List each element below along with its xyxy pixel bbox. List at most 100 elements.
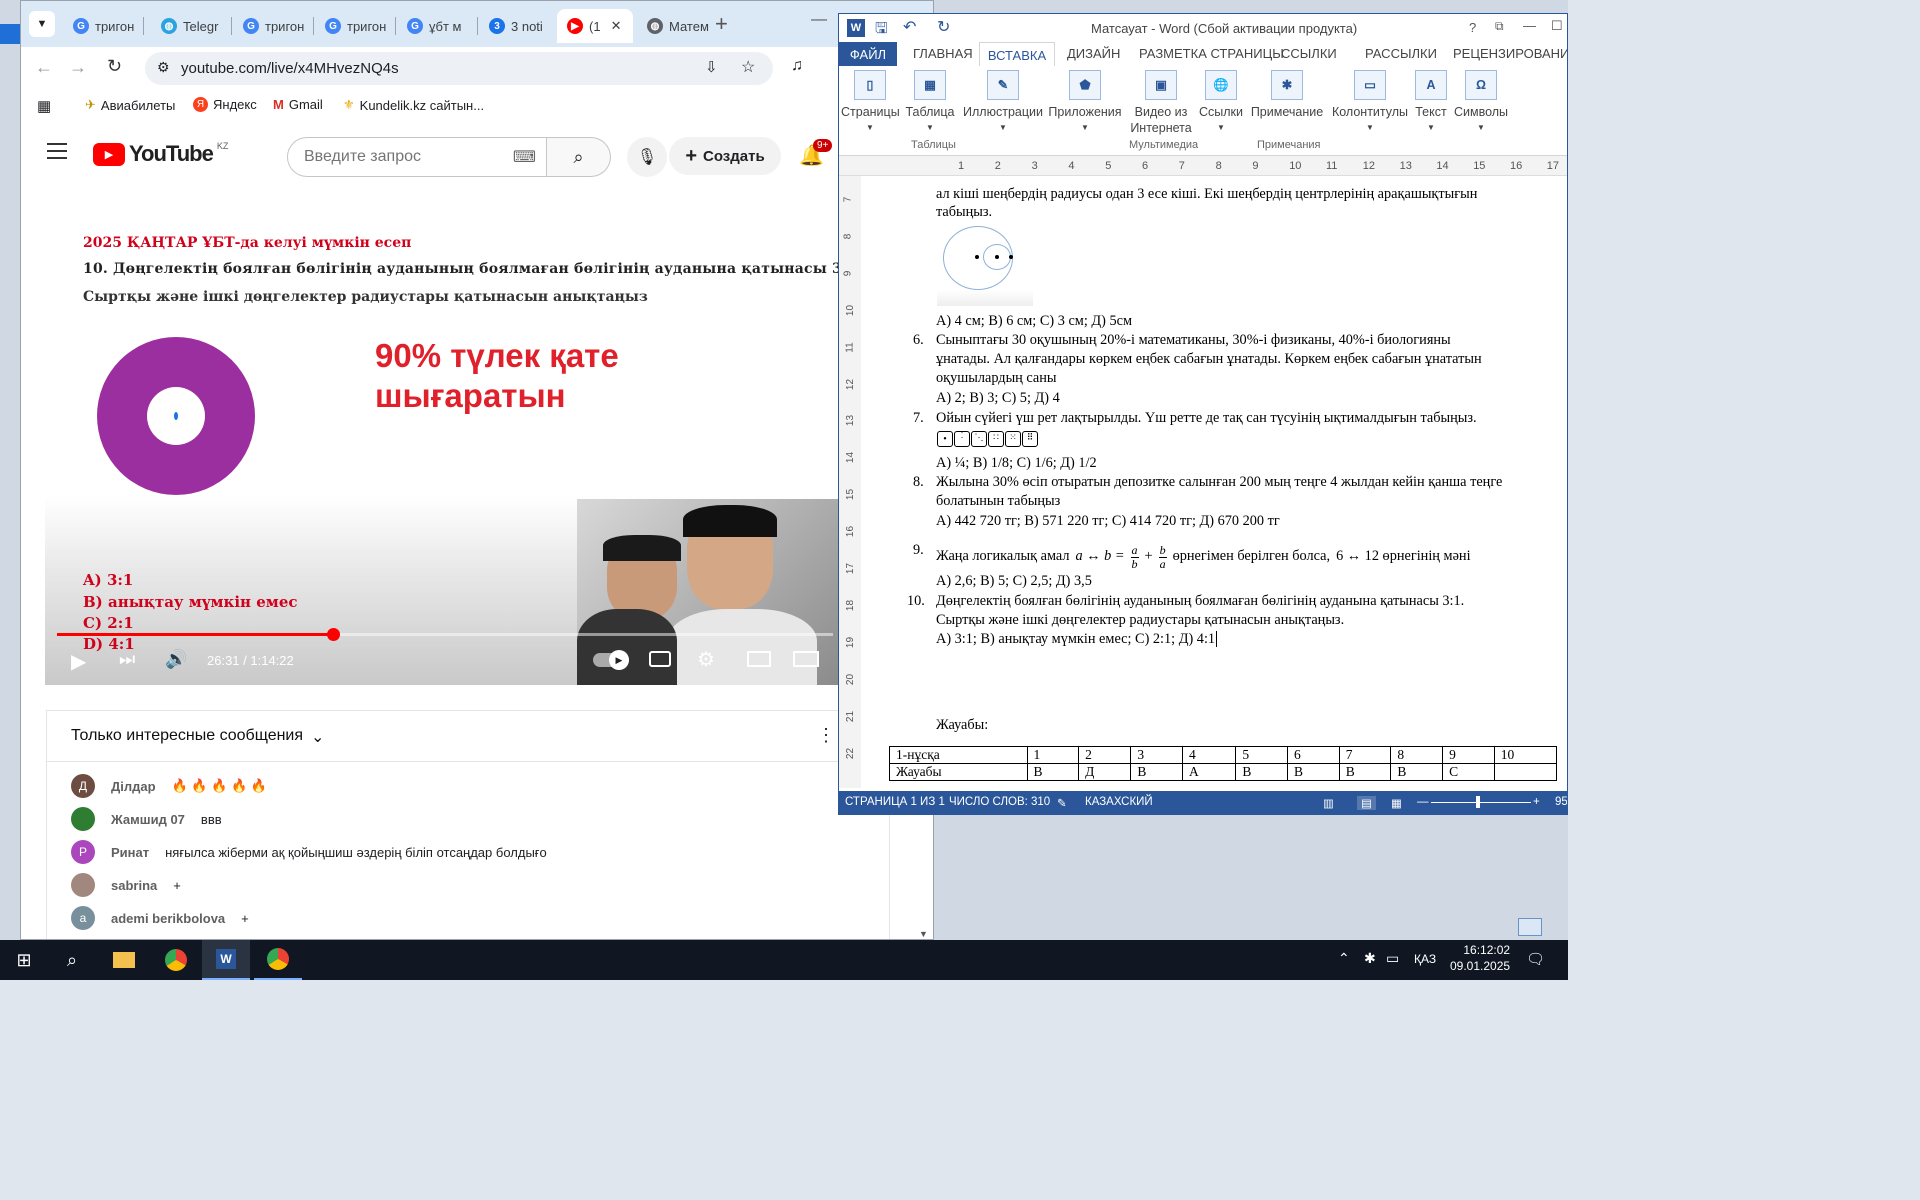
chat-author[interactable]: Ділдар bbox=[111, 779, 156, 794]
volume-button[interactable]: 🔊 bbox=[165, 649, 187, 670]
taskbar-search-button[interactable]: ⌕ bbox=[48, 940, 96, 980]
chat-author[interactable]: Ринат bbox=[111, 845, 149, 860]
tab-search-button[interactable]: ▼ bbox=[29, 11, 55, 37]
table-button[interactable]: ▦ Таблица ▼ bbox=[903, 70, 957, 136]
tab-home[interactable]: ГЛАВНАЯ bbox=[913, 46, 973, 61]
reload-button[interactable]: ↻ bbox=[107, 56, 122, 77]
word-maximize-button[interactable]: ☐ bbox=[1551, 18, 1563, 34]
avatar[interactable]: Р bbox=[71, 840, 95, 864]
undo-icon[interactable]: ↶ bbox=[903, 17, 916, 37]
taskbar-explorer[interactable] bbox=[100, 940, 148, 980]
install-app-icon[interactable]: ⇩ bbox=[705, 58, 718, 76]
avatar[interactable] bbox=[71, 807, 95, 831]
print-layout-icon[interactable]: ▤ bbox=[1357, 796, 1376, 810]
tab-review[interactable]: РЕЦЕНЗИРОВАНИЕ bbox=[1453, 46, 1567, 61]
bookmark-star-icon[interactable]: ☆ bbox=[741, 57, 755, 77]
tray-overflow-icon[interactable]: ⌃ bbox=[1338, 950, 1350, 967]
autoplay-toggle[interactable]: ▶ bbox=[593, 650, 629, 670]
text-button[interactable]: A Текст ▼ bbox=[1413, 70, 1449, 136]
notification-center-icon[interactable]: 🗨 bbox=[1526, 950, 1545, 968]
browser-tab[interactable]: ◍ Матем bbox=[637, 9, 717, 43]
new-tab-button[interactable]: + bbox=[715, 11, 728, 37]
zoom-level[interactable]: 95 bbox=[1555, 796, 1567, 808]
web-layout-icon[interactable]: ▦ bbox=[1391, 796, 1402, 810]
tab-layout[interactable]: РАЗМЕТКА СТРАНИЦЫ bbox=[1139, 46, 1284, 61]
clock[interactable]: 16:12:02 09.01.2025 bbox=[1450, 943, 1510, 973]
ribbon-options-icon[interactable]: ⧉ bbox=[1495, 19, 1504, 34]
taskbar-chrome[interactable] bbox=[152, 940, 200, 980]
tab-references[interactable]: ССЫЛКИ bbox=[1281, 46, 1337, 61]
browser-tab[interactable]: Gтригон bbox=[63, 9, 143, 43]
chat-filter-dropdown[interactable]: Только интересные сообщения ⌄ bbox=[71, 727, 324, 747]
illustrations-button[interactable]: ✎ Иллюстрации ▼ bbox=[961, 70, 1045, 136]
symbols-button[interactable]: Ω Символы ▼ bbox=[1451, 70, 1511, 136]
browser-tab[interactable]: Gтригон bbox=[233, 9, 313, 43]
chat-author[interactable]: sabrina bbox=[111, 878, 157, 893]
forward-button[interactable]: → bbox=[69, 57, 87, 78]
close-tab-icon[interactable]: ✕ bbox=[611, 18, 622, 34]
progress-track[interactable] bbox=[57, 628, 833, 641]
tab-insert[interactable]: ВСТАВКА bbox=[979, 42, 1055, 67]
youtube-logo[interactable]: ▶ YouTube KZ bbox=[93, 141, 228, 167]
chat-author[interactable]: ademi berikbolova bbox=[111, 911, 225, 926]
search-input[interactable]: Введите запрос ⌨ bbox=[287, 137, 547, 177]
header-footer-button[interactable]: ▭ Колонтитулы ▼ bbox=[1329, 70, 1411, 136]
comment-button[interactable]: ✱ Примечание bbox=[1247, 70, 1327, 120]
status-language[interactable]: КАЗАХСКИЙ bbox=[1085, 796, 1153, 808]
back-button[interactable]: ← bbox=[35, 57, 53, 78]
taskbar-word[interactable]: W bbox=[202, 940, 250, 980]
status-words[interactable]: ЧИСЛО СЛОВ: 310 bbox=[949, 796, 1050, 808]
document-page[interactable]: ал кіші шеңбердің радиусы одан 3 есе кіш… bbox=[861, 176, 1567, 788]
media-control-icon[interactable]: ♫ bbox=[791, 57, 803, 75]
scrollbar-down-arrow[interactable]: ▼ bbox=[919, 929, 928, 939]
word-view-icons-outside[interactable] bbox=[1518, 918, 1542, 936]
battery-icon[interactable]: ▭ bbox=[1386, 950, 1399, 967]
minimize-button[interactable]: — bbox=[811, 11, 827, 29]
help-icon[interactable]: ? bbox=[1469, 20, 1476, 35]
browser-tab[interactable]: Gұбт м bbox=[397, 9, 477, 43]
bookmark-aviabilety[interactable]: ✈ Авиабилеты bbox=[85, 97, 175, 113]
notifications-button[interactable]: 🔔 9+ bbox=[799, 139, 833, 168]
menu-icon[interactable] bbox=[47, 143, 67, 159]
create-button[interactable]: + Создать bbox=[669, 137, 781, 175]
play-button[interactable]: ▶ bbox=[71, 649, 86, 674]
links-button[interactable]: 🌐 Ссылки ▼ bbox=[1199, 70, 1243, 136]
bookmark-yandex[interactable]: Я Яндекс bbox=[193, 97, 257, 112]
avatar[interactable]: Д bbox=[71, 774, 95, 798]
chat-more-icon[interactable]: ⋮ bbox=[817, 725, 835, 746]
language-indicator[interactable]: ҚАЗ bbox=[1414, 952, 1436, 966]
settings-gear-icon[interactable]: ⚙ bbox=[697, 647, 715, 672]
read-mode-icon[interactable]: ▥ bbox=[1323, 796, 1334, 810]
next-button[interactable]: ⏭ bbox=[119, 649, 135, 670]
address-bar[interactable]: ⚙ youtube.com/live/x4MHvezNQ4s ⇩ ☆ bbox=[145, 52, 773, 85]
avatar[interactable] bbox=[71, 873, 95, 897]
tab-design[interactable]: ДИЗАЙН bbox=[1067, 46, 1120, 61]
browser-tab[interactable]: ▶ (1 ✕ bbox=[557, 9, 633, 43]
apps-button[interactable]: ⬟ Приложения ▼ bbox=[1045, 70, 1125, 136]
save-icon[interactable]: 🖫 bbox=[875, 18, 888, 43]
theater-button[interactable] bbox=[793, 651, 819, 667]
keyboard-icon[interactable]: ⌨ bbox=[513, 147, 536, 167]
taskbar-chrome-profile[interactable] bbox=[254, 940, 302, 980]
browser-tab[interactable]: Gтригон bbox=[315, 9, 395, 43]
start-button[interactable]: ⊞ bbox=[0, 940, 48, 980]
voice-search-button[interactable]: 🎙 bbox=[627, 137, 667, 177]
bluetooth-icon[interactable]: ✱ bbox=[1364, 950, 1376, 967]
zoom-thumb[interactable] bbox=[1476, 796, 1480, 808]
tab-file[interactable]: ФАЙЛ bbox=[839, 42, 897, 66]
avatar[interactable]: a bbox=[71, 906, 95, 930]
site-info-icon[interactable]: ⚙ bbox=[157, 59, 170, 76]
word-minimize-button[interactable]: — bbox=[1523, 18, 1536, 33]
pages-button[interactable]: ▯ Страницы ▼ bbox=[841, 70, 900, 136]
zoom-in-button[interactable]: + bbox=[1533, 796, 1540, 808]
miniplayer-button[interactable] bbox=[747, 651, 771, 667]
subtitles-button[interactable] bbox=[649, 651, 671, 667]
chat-author[interactable]: Жамшид 07 bbox=[111, 812, 185, 827]
apps-grid-icon[interactable]: ▦ bbox=[37, 97, 51, 115]
bookmark-kundelik[interactable]: ⚜ Kundelik.kz сайтын... bbox=[343, 97, 484, 113]
search-button[interactable]: ⌕ bbox=[547, 137, 611, 177]
browser-tab[interactable]: 33 noti bbox=[479, 9, 559, 43]
zoom-slider[interactable] bbox=[1431, 796, 1531, 808]
redo-icon[interactable]: ↻ bbox=[937, 17, 950, 37]
tab-mailings[interactable]: РАССЫЛКИ bbox=[1365, 46, 1437, 61]
